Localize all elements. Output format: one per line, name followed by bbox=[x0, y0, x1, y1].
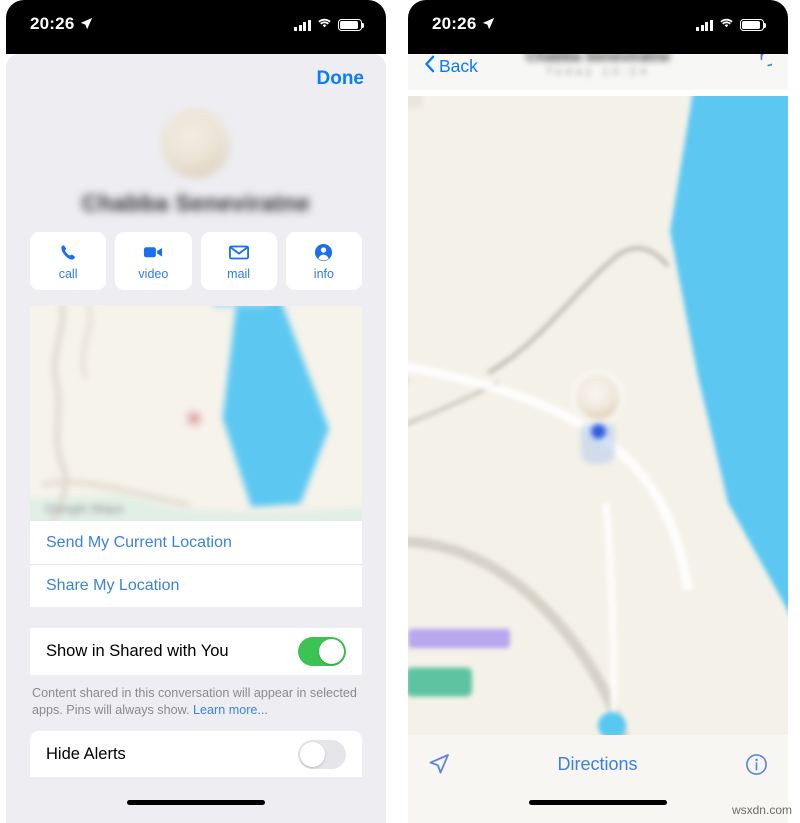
battery-icon bbox=[740, 19, 767, 31]
mail-button-label: mail bbox=[227, 266, 251, 281]
hide-alerts-label: Hide Alerts bbox=[46, 744, 126, 763]
refresh-icon[interactable] bbox=[751, 50, 777, 79]
video-camera-icon bbox=[143, 242, 164, 263]
call-button[interactable]: call bbox=[30, 232, 107, 290]
person-circle-icon bbox=[314, 242, 333, 263]
status-bar-time: 20:26 bbox=[432, 14, 477, 33]
info-button[interactable]: info bbox=[285, 232, 362, 290]
pin-body bbox=[581, 424, 615, 464]
back-button-label: Back bbox=[439, 55, 478, 76]
hide-alerts-row[interactable]: Hide Alerts bbox=[30, 731, 362, 777]
status-bar: 20:26 bbox=[6, 0, 386, 54]
dual-screenshot-container: 20:26 Done Chabba Seneviratne call video… bbox=[0, 0, 800, 823]
envelope-icon bbox=[228, 242, 249, 263]
svg-text:Google Maps: Google Maps bbox=[45, 501, 124, 516]
contact-map-pin[interactable] bbox=[569, 374, 627, 464]
sheet-stack: Done Chabba Seneviratne call video mail … bbox=[6, 40, 386, 823]
site-watermark: wsxdn.com bbox=[731, 803, 792, 817]
mail-button[interactable]: mail bbox=[200, 232, 277, 290]
video-button-label: video bbox=[138, 266, 169, 281]
directions-button[interactable]: Directions bbox=[557, 753, 637, 775]
learn-more-link[interactable]: Learn more... bbox=[193, 703, 268, 717]
home-indicator bbox=[529, 800, 667, 805]
chevron-left-icon bbox=[424, 55, 435, 78]
map-preview-graphic: Google Maps bbox=[30, 306, 362, 521]
left-phone-screen: 20:26 Done Chabba Seneviratne call video… bbox=[6, 0, 386, 823]
contact-name: Chabba Seneviratne bbox=[81, 190, 311, 216]
cellular-signal-icon bbox=[294, 19, 311, 31]
wifi-icon bbox=[719, 16, 734, 34]
status-bar-left: 20:26 bbox=[30, 14, 93, 34]
video-button[interactable]: video bbox=[115, 232, 192, 290]
contact-header: Chabba Seneviratne bbox=[6, 104, 386, 218]
contact-details-sheet: Done Chabba Seneviratne call video mail … bbox=[6, 54, 386, 823]
location-map-preview[interactable]: Google Maps bbox=[30, 306, 362, 521]
phone-icon bbox=[59, 242, 78, 263]
back-button[interactable]: Back bbox=[424, 55, 478, 78]
hide-alerts-toggle[interactable] bbox=[298, 739, 346, 769]
pin-location-dot bbox=[590, 424, 606, 439]
sheet-header: Done bbox=[6, 54, 386, 104]
status-bar-right bbox=[294, 14, 365, 34]
info-button-label: info bbox=[313, 266, 334, 281]
send-my-current-location-row[interactable]: Send My Current Location bbox=[30, 521, 362, 564]
cellular-signal-icon bbox=[696, 19, 713, 31]
show-in-shared-with-you-toggle[interactable] bbox=[298, 637, 346, 666]
location-actions-card: Send My Current Location Share My Locati… bbox=[30, 521, 362, 607]
status-bar-right bbox=[696, 14, 767, 34]
status-bar-time: 20:26 bbox=[30, 14, 75, 33]
status-bar-left: 20:26 bbox=[432, 14, 495, 34]
home-indicator bbox=[127, 800, 265, 805]
show-in-shared-with-you-label: Show in Shared with You bbox=[46, 642, 229, 660]
done-button[interactable]: Done bbox=[317, 68, 365, 90]
contact-avatar[interactable] bbox=[160, 108, 232, 180]
share-my-location-row[interactable]: Share My Location bbox=[30, 564, 362, 607]
contact-action-row: call video mail info bbox=[6, 218, 386, 290]
status-bar: 20:26 bbox=[408, 0, 788, 54]
wifi-icon bbox=[317, 16, 332, 34]
location-arrow-icon bbox=[80, 17, 93, 30]
toggle-knob bbox=[319, 639, 344, 664]
info-circle-icon[interactable] bbox=[745, 753, 768, 781]
shared-with-you-footnote: Content shared in this conversation will… bbox=[6, 675, 386, 719]
pin-avatar-icon bbox=[575, 374, 621, 420]
show-in-shared-with-you-row[interactable]: Show in Shared with You bbox=[30, 628, 362, 675]
call-button-label: call bbox=[58, 266, 78, 281]
full-map-view[interactable] bbox=[408, 96, 788, 735]
navigate-arrow-icon[interactable] bbox=[428, 753, 450, 780]
toggle-knob bbox=[300, 741, 325, 767]
battery-icon bbox=[338, 19, 365, 31]
location-arrow-icon bbox=[482, 17, 495, 30]
right-phone-screen: 20:26 Back Chabba Seneviratne Today 10:2… bbox=[408, 0, 788, 823]
